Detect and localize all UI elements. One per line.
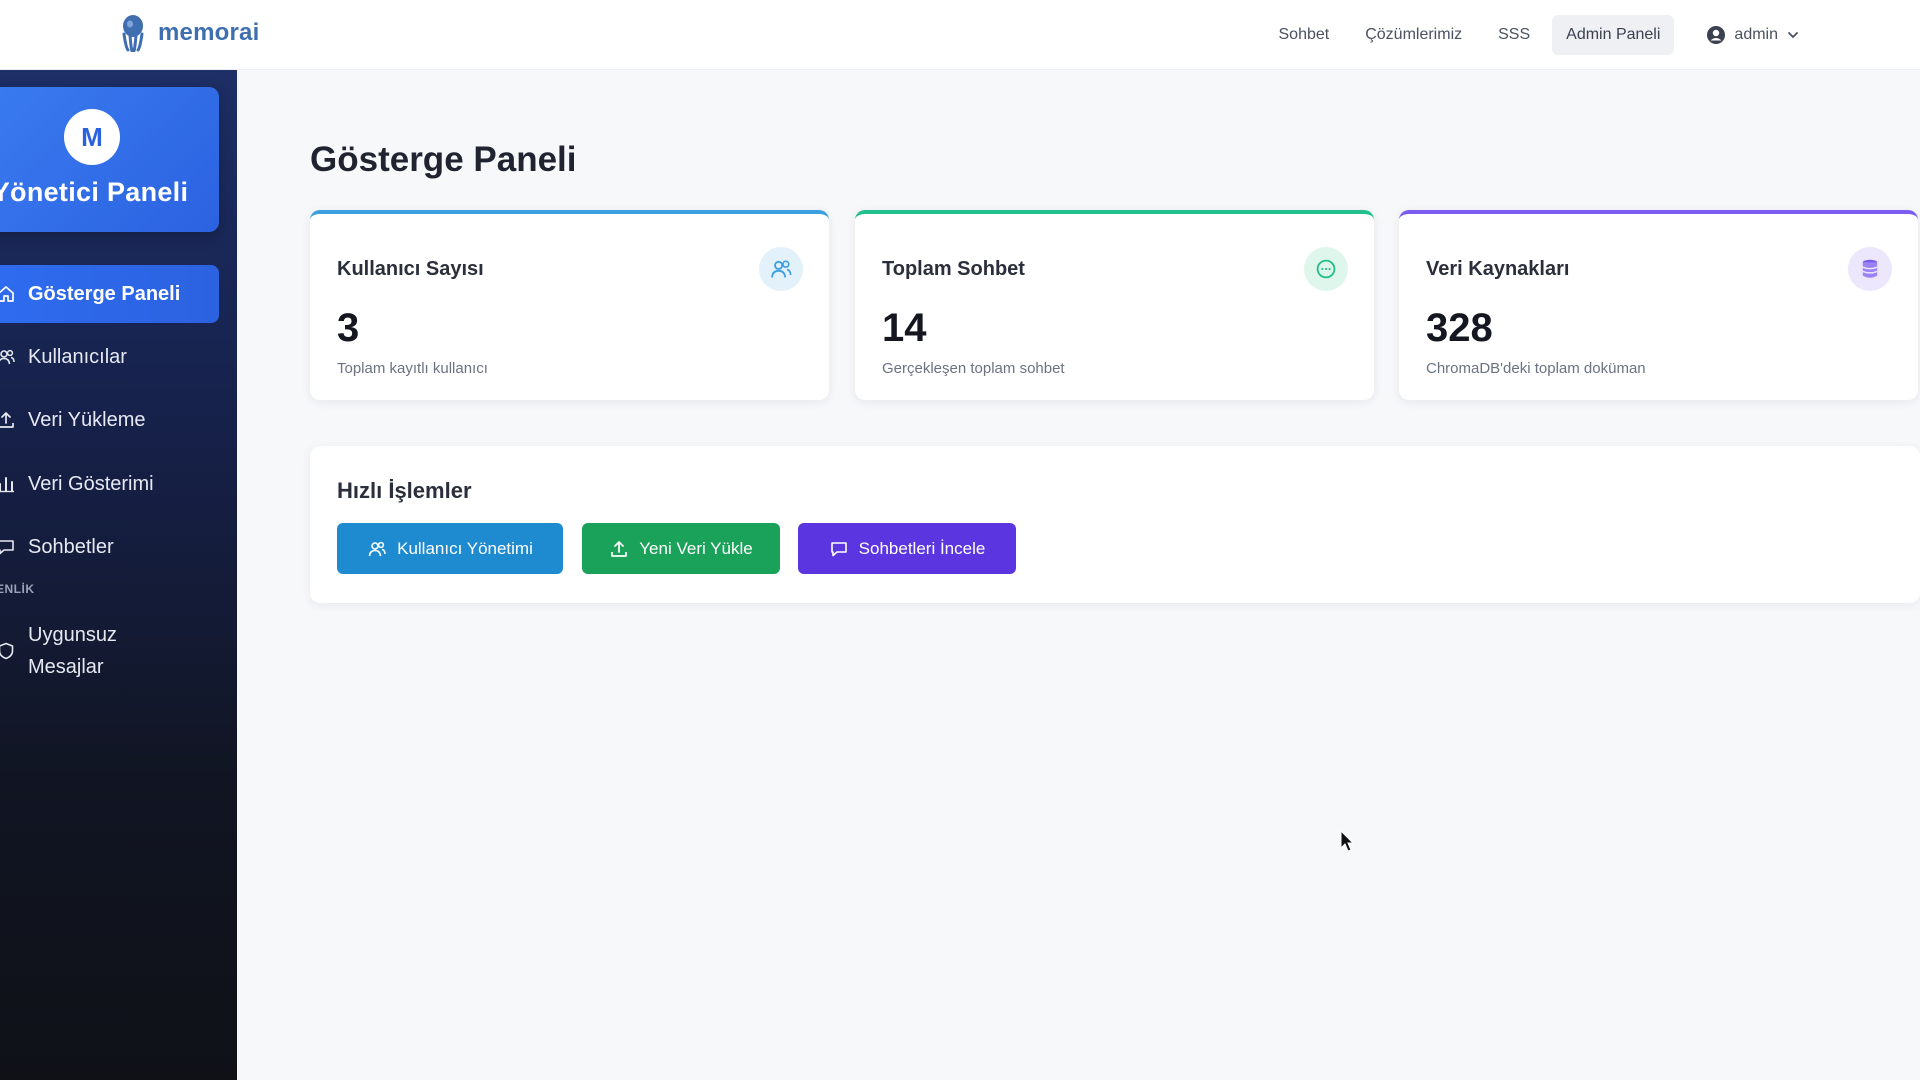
- stat-card-subtitle: ChromaDB'deki toplam doküman: [1426, 360, 1646, 377]
- brand-name: memorai: [158, 19, 260, 46]
- home-icon: [0, 286, 14, 302]
- stat-card-value: 328: [1426, 306, 1493, 350]
- sidebar: M Yönetici Paneli Gösterge Paneli Kullan…: [0, 70, 237, 1080]
- sidebar-item-veri-gosterimi[interactable]: Veri Gösterimi: [0, 455, 219, 513]
- sidebar-item-label: Uygunsuz Mesajlar: [28, 624, 117, 678]
- stat-card-label: Toplam Sohbet: [882, 258, 1025, 280]
- upload-icon: [611, 540, 628, 557]
- chevron-down-icon: [1788, 32, 1798, 39]
- quick-actions-panel: Hızlı İşlemler Kullanıcı Yönetimi Yeni V…: [310, 446, 1920, 603]
- users-icon: [759, 247, 803, 291]
- stat-card-subtitle: Gerçekleşen toplam sohbet: [882, 360, 1065, 377]
- user-circle-icon: [1707, 26, 1726, 44]
- button-label: Sohbetleri İncele: [858, 538, 986, 558]
- users-icon: [368, 541, 386, 556]
- sidebar-item-gosterge-paneli[interactable]: Gösterge Paneli: [0, 265, 219, 323]
- nav-link-sohbet[interactable]: Sohbet: [1265, 15, 1344, 55]
- sidebar-item-sohbetler[interactable]: Sohbetler: [0, 518, 219, 576]
- review-chats-button[interactable]: Sohbetleri İncele: [798, 523, 1016, 574]
- sidebar-item-veri-yukleme[interactable]: Veri Yükleme: [0, 391, 219, 449]
- upload-icon: [0, 412, 14, 428]
- button-label: Yeni Veri Yükle: [639, 538, 753, 558]
- sidebar-item-label: Sohbetler: [28, 535, 114, 558]
- sidebar-section-label: ENLİK: [0, 582, 35, 596]
- bar-chart-icon: [0, 477, 14, 493]
- nav-link-admin-paneli[interactable]: Admin Paneli: [1552, 15, 1675, 55]
- chat-bubble-icon: [1304, 247, 1348, 291]
- nav-link-sss[interactable]: SSS: [1484, 15, 1544, 55]
- chat-icon: [830, 541, 847, 556]
- avatar: M: [64, 109, 120, 165]
- sidebar-header: M Yönetici Paneli: [0, 87, 219, 232]
- top-navbar: memorai Sohbet Çözümlerimiz SSS Admin Pa…: [0, 0, 1920, 70]
- brand-logo-icon: [122, 15, 144, 52]
- sidebar-title: Yönetici Paneli: [0, 177, 189, 207]
- upload-data-button[interactable]: Yeni Veri Yükle: [582, 523, 780, 574]
- stat-card-value: 14: [882, 306, 927, 350]
- stat-card-users: Kullanıcı Sayısı 3 Toplam kayıtlı kullan…: [310, 210, 829, 400]
- sidebar-item-label: Gösterge Paneli: [28, 282, 181, 305]
- sidebar-item-label: Veri Gösterimi: [28, 472, 154, 495]
- sidebar-item-label: Veri Yükleme: [28, 408, 146, 431]
- brand[interactable]: memorai: [118, 14, 259, 52]
- stat-card-label: Veri Kaynakları: [1426, 258, 1570, 280]
- button-label: Kullanıcı Yönetimi: [397, 538, 533, 558]
- users-icon: [0, 349, 15, 365]
- shield-icon: [0, 642, 14, 660]
- main-nav: Sohbet Çözümlerimiz SSS Admin Paneli adm…: [1265, 14, 1815, 56]
- chat-icon: [0, 540, 14, 555]
- user-menu[interactable]: admin: [1692, 17, 1814, 53]
- user-management-button[interactable]: Kullanıcı Yönetimi: [337, 523, 563, 574]
- stat-card-subtitle: Toplam kayıtlı kullanıcı: [337, 360, 488, 377]
- quick-actions-title: Hızlı İşlemler: [337, 478, 472, 503]
- sidebar-item-label: Kullanıcılar: [28, 345, 127, 368]
- sidebar-item-kullanicilar[interactable]: Kullanıcılar: [0, 328, 219, 386]
- stat-card-data-sources: Veri Kaynakları 328 ChromaDB'deki toplam…: [1399, 210, 1918, 400]
- stat-card-chats: Toplam Sohbet 14 Gerçekleşen toplam sohb…: [855, 210, 1374, 400]
- mouse-cursor-icon: [1340, 830, 1355, 852]
- stat-card-value: 3: [337, 306, 360, 350]
- nav-link-cozumlerimiz[interactable]: Çözümlerimiz: [1351, 15, 1476, 55]
- page-title: Gösterge Paneli: [310, 140, 577, 179]
- stat-card-label: Kullanıcı Sayısı: [337, 258, 484, 280]
- sidebar-item-uygunsuz-mesajlar[interactable]: Uygunsuz Mesajlar: [0, 616, 219, 686]
- database-icon: [1848, 247, 1892, 291]
- user-name: admin: [1734, 26, 1778, 43]
